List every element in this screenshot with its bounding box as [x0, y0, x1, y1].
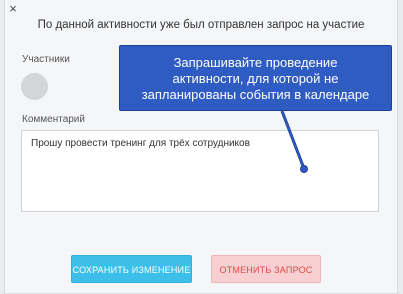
participants-label: Участники	[22, 54, 70, 65]
callout-line: Запрашивайте проведение	[173, 55, 338, 70]
callout-line: активности, для которой не	[172, 71, 339, 86]
tooltip-callout: Запрашивайте проведение активности, для …	[119, 45, 392, 111]
avatar	[21, 73, 48, 100]
cancel-request-button[interactable]: ОТМЕНИТЬ ЗАПРОС	[211, 255, 321, 283]
request-sent-notice: По данной активности уже был отправлен з…	[37, 19, 365, 31]
save-changes-button[interactable]: СОХРАНИТЬ ИЗМЕНЕНИЕ	[71, 255, 192, 283]
close-icon[interactable]: ×	[6, 2, 20, 16]
comment-label: Комментарий	[22, 114, 85, 125]
callout-line: запланированы события в календаре	[141, 87, 370, 102]
comment-textarea[interactable]: Прошу провести тренинг для трёх сотрудни…	[21, 130, 379, 212]
